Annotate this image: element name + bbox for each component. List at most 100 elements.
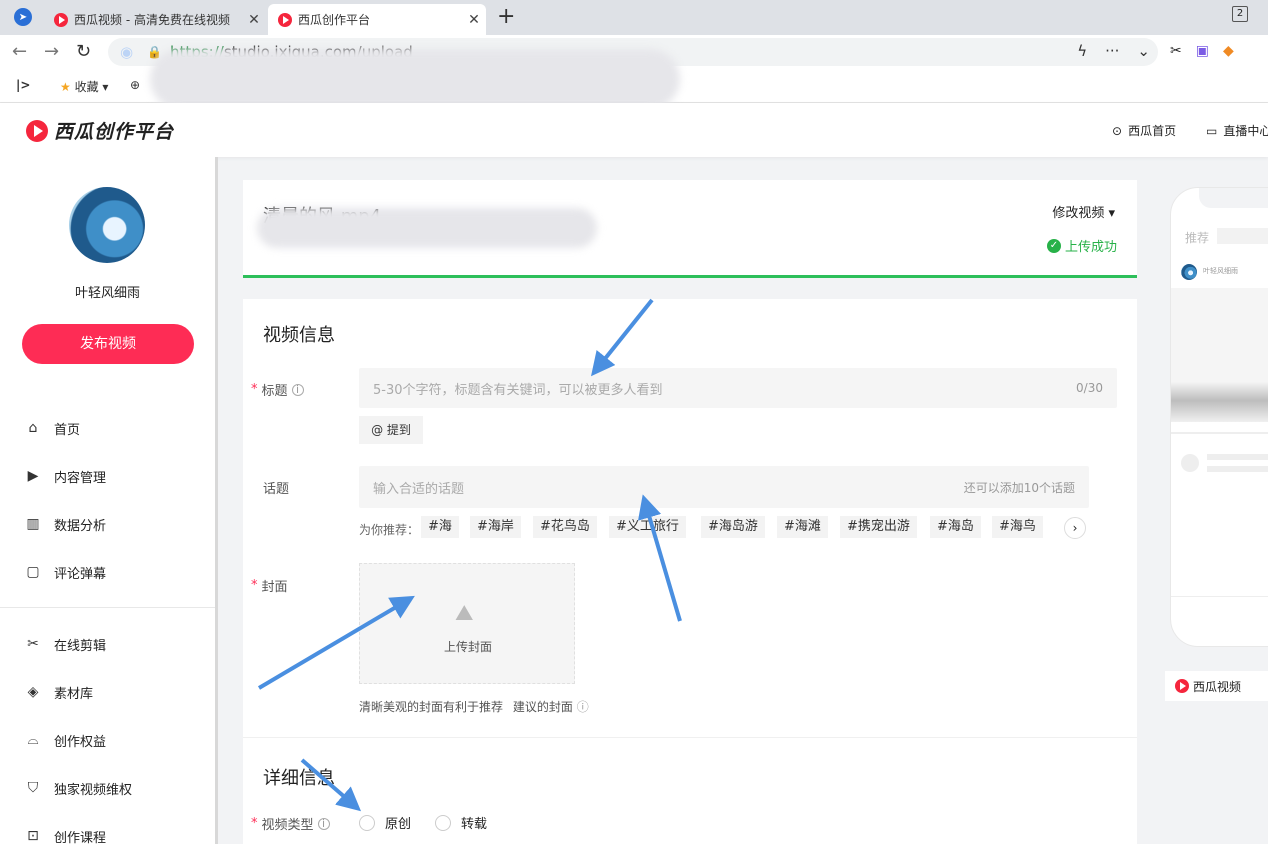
game-icon[interactable]: ◆	[1223, 43, 1234, 59]
publish-video-button[interactable]: 发布视频	[22, 324, 194, 364]
play-circle-icon: ⊙	[1112, 123, 1123, 138]
lightning-icon[interactable]: ϟ	[1077, 42, 1087, 60]
close-tab-icon[interactable]: ✕	[462, 12, 486, 28]
chart-icon: ▥	[26, 516, 40, 532]
radio-circle-icon	[435, 814, 451, 831]
browser-logo-icon[interactable]: ➤	[14, 8, 32, 26]
sidebar-item-label: 在线剪辑	[54, 638, 107, 654]
gift-icon: ⌓	[27, 732, 39, 748]
more-icon[interactable]: ···	[1105, 42, 1119, 60]
browser-tab-active[interactable]: 西瓜创作平台 ✕	[268, 4, 486, 35]
chevron-down-icon[interactable]: ⌄	[1137, 42, 1150, 60]
sidebar-item-comments[interactable]: ▢ 评论弹幕	[24, 562, 106, 582]
preview-recommend-label: 推荐	[1185, 231, 1210, 245]
preview-divider	[1171, 432, 1268, 434]
info-icon[interactable]: i	[291, 383, 304, 396]
tab-count-badge[interactable]: 2	[1232, 6, 1248, 22]
cover-upload-button[interactable]: ⛰ 上传封面	[359, 563, 575, 684]
sidebar-item-online-edit[interactable]: ✂ 在线剪辑	[24, 634, 106, 654]
browser-tab-bar: ➤ 西瓜视频 - 高清免费在线视频 ✕ 西瓜创作平台 ✕ + 2	[0, 0, 1268, 35]
title-input[interactable]: 5-30个字符，标题含有关键词，可以被更多人看到 0/30	[359, 368, 1117, 408]
sidebar-scrollbar[interactable]	[215, 157, 218, 844]
title-label-text: 标题	[261, 384, 288, 399]
sidebar-item-label: 创作权益	[54, 734, 107, 750]
preview-avatar	[1181, 264, 1197, 280]
sidebar-item-benefits[interactable]: ⌓ 创作权益	[24, 730, 106, 750]
tab-title: 西瓜创作平台	[298, 13, 371, 27]
back-icon[interactable]: ←	[12, 41, 27, 62]
brand-label: 西瓜视频	[1193, 679, 1242, 694]
bookmark-favorites[interactable]: ★ 收藏 ▾	[60, 78, 108, 95]
mention-button[interactable]: @ 提到	[359, 416, 423, 444]
shield-icon: ⛉	[27, 780, 39, 796]
topic-tag[interactable]: #海岛游	[701, 516, 765, 538]
xigua-favicon-icon	[54, 12, 68, 27]
header-link-live-center[interactable]: ▭ 直播中心	[1206, 122, 1268, 139]
radio-label: 原创	[385, 817, 412, 832]
radio-repost[interactable]: 转载	[435, 813, 487, 832]
check-circle-icon: ✓	[1046, 238, 1061, 253]
topic-tag[interactable]: #海	[421, 516, 459, 538]
topic-tag[interactable]: #花鸟岛	[533, 516, 597, 538]
scissors-icon[interactable]: ✂	[1170, 43, 1182, 59]
title-placeholder: 5-30个字符，标题含有关键词，可以被更多人看到	[373, 382, 663, 398]
sidebar-item-label: 内容管理	[54, 470, 107, 486]
topic-tag[interactable]: #海滩	[777, 516, 828, 538]
sidebar-item-analytics[interactable]: ▥ 数据分析	[24, 514, 106, 534]
topic-input[interactable]: 输入合适的话题 还可以添加10个话题	[359, 466, 1089, 508]
chevron-right-icon[interactable]: ›	[1064, 517, 1086, 539]
xigua-video-brand[interactable]: 西瓜视频	[1165, 671, 1268, 701]
radio-circle-icon	[359, 814, 375, 831]
username: 叶轻风细雨	[74, 286, 140, 301]
forward-icon[interactable]: →	[44, 41, 59, 62]
topic-tag[interactable]: #海岸	[470, 516, 521, 538]
preview-bottom-line	[1171, 596, 1268, 597]
new-tab-icon[interactable]: +	[497, 4, 515, 29]
sidebar-item-courses[interactable]: ⊡ 创作课程	[24, 826, 106, 844]
sidebar-item-content[interactable]: ▶ 内容管理	[24, 466, 106, 486]
sidebar-item-label: 素材库	[54, 686, 94, 702]
section-title-details: 详细信息	[263, 768, 335, 789]
sidebar-toggle-icon[interactable]: |>	[16, 78, 30, 92]
topic-placeholder: 输入合适的话题	[373, 481, 465, 497]
sidebar: 叶轻风细雨 发布视频 ⌂ 首页 ▶ 内容管理 ▥ 数据分析 ▢ 评论弹幕 ✂ 在…	[0, 157, 215, 844]
info-icon[interactable]: ⓘ	[577, 700, 589, 714]
xigua-favicon-icon	[278, 12, 292, 27]
topic-tag[interactable]: #海岛	[930, 516, 981, 538]
cover-label-text: 封面	[261, 580, 288, 595]
bookmark-label: 收藏	[74, 80, 99, 94]
avatar[interactable]	[69, 187, 145, 263]
topic-tag[interactable]: #义工旅行	[609, 516, 686, 538]
header-link-label: 西瓜首页	[1128, 124, 1177, 138]
cover-tip-text: 清晰美观的封面有利于推荐	[359, 700, 504, 714]
radio-original[interactable]: 原创	[359, 813, 411, 832]
menu-divider	[0, 607, 215, 608]
reload-icon[interactable]: ↻	[76, 41, 91, 62]
cover-label: * 封面	[251, 578, 288, 595]
close-tab-icon[interactable]: ✕	[242, 12, 266, 28]
video-info-card: 视频信息 * 标题 i 5-30个字符，标题含有关键词，可以被更多人看到 0/30…	[243, 299, 1137, 844]
topic-tag[interactable]: #携宠出游	[840, 516, 917, 538]
sidebar-item-rights[interactable]: ⛉ 独家视频维权	[24, 778, 132, 798]
info-icon[interactable]: i	[317, 817, 330, 830]
extensions: ✂ ▣ ◆	[1170, 43, 1234, 59]
browser-tab[interactable]: 西瓜视频 - 高清免费在线视频 ✕	[44, 4, 266, 35]
logo-text: 西瓜创作平台	[54, 121, 175, 143]
topic-tag[interactable]: #海鸟	[992, 516, 1043, 538]
translate-icon[interactable]: ▣	[1196, 43, 1209, 59]
globe-icon[interactable]: ⊕	[130, 78, 140, 92]
sidebar-item-label: 独家视频维权	[54, 782, 133, 798]
site-logo[interactable]: 西瓜创作平台	[26, 117, 174, 144]
suggested-cover-link[interactable]: 建议的封面	[513, 700, 573, 714]
tab-title: 西瓜视频 - 高清免费在线视频	[74, 13, 230, 27]
site-header: 西瓜创作平台 ⊙ 西瓜首页 ▭ 直播中心	[0, 103, 1268, 157]
modify-video-label: 修改视频	[1052, 206, 1105, 221]
modify-video-button[interactable]: 修改视频 ▾	[1052, 202, 1115, 221]
phone-preview: 推荐 叶轻风细雨	[1170, 187, 1268, 647]
header-link-xigua-home[interactable]: ⊙ 西瓜首页	[1112, 122, 1176, 139]
section-divider	[243, 737, 1137, 738]
xigua-logo-icon	[1175, 679, 1189, 693]
sidebar-item-materials[interactable]: ◈ 素材库	[24, 682, 93, 702]
recommend-label: 为你推荐：	[359, 523, 420, 537]
sidebar-item-home[interactable]: ⌂ 首页	[24, 418, 80, 438]
